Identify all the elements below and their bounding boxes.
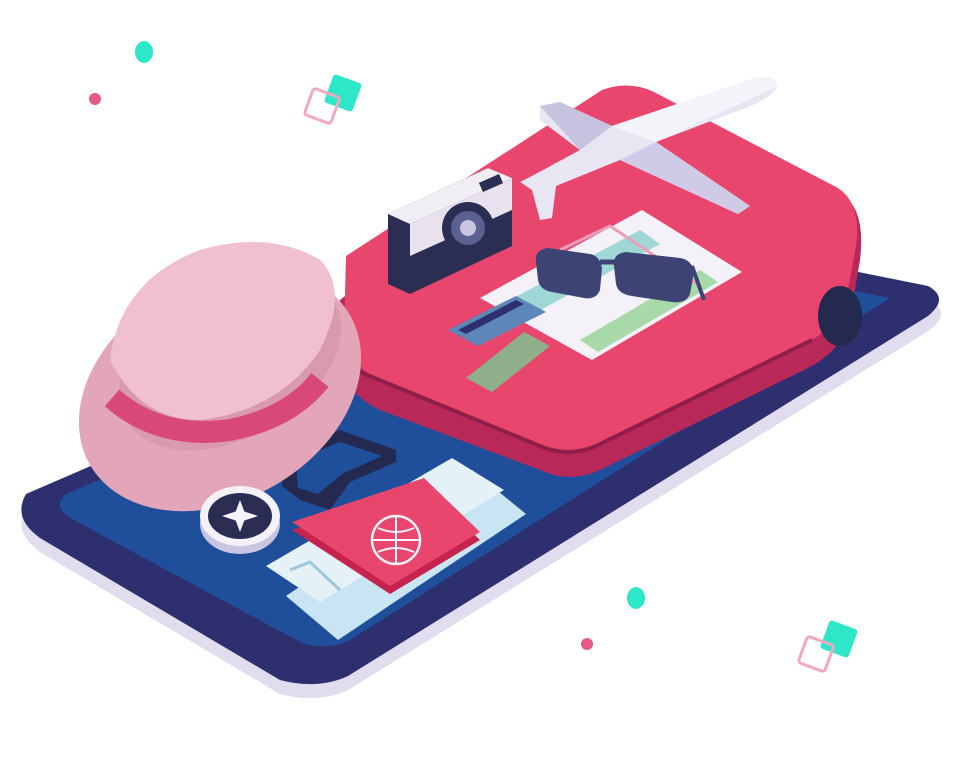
diamond-icon xyxy=(303,74,362,125)
diamond-icon xyxy=(797,620,858,673)
compass-icon xyxy=(200,486,280,554)
travel-illustration xyxy=(0,0,960,776)
illustration-canvas xyxy=(21,41,942,699)
decor-bottom-right xyxy=(581,587,858,673)
decor-top-left xyxy=(89,41,362,125)
